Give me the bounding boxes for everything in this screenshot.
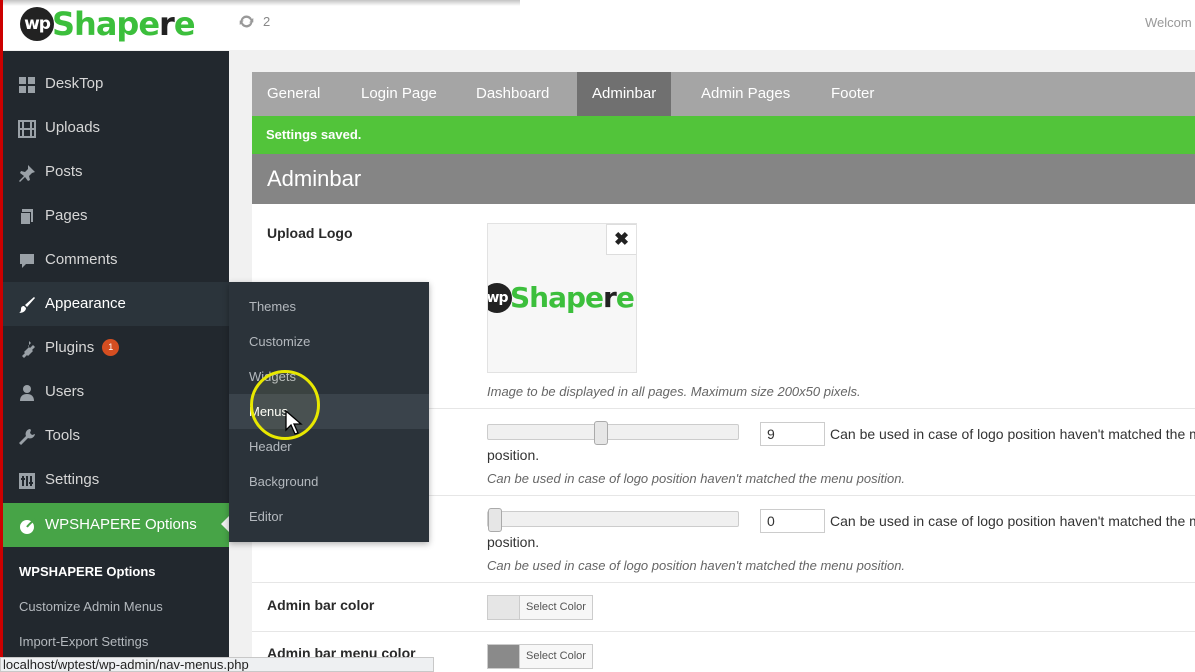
slider2-help-cont: position. — [487, 534, 540, 550]
sidebar-item-label: Tools — [45, 427, 81, 444]
updates-counter[interactable]: 2 — [238, 13, 270, 30]
tab-admin-pages[interactable]: Admin Pages — [686, 72, 805, 116]
tab-footer[interactable]: Footer — [816, 72, 889, 116]
sidebar-item-settings[interactable]: Settings — [3, 458, 229, 502]
admin-bar-color-picker[interactable]: Select Color — [487, 595, 593, 620]
preview-logo-wordmark: Shapere — [510, 281, 635, 314]
user-icon — [20, 385, 34, 401]
sidebar-item-label: Comments — [45, 251, 118, 268]
tab-adminbar[interactable]: Adminbar — [577, 72, 672, 116]
pages-icon — [20, 209, 33, 225]
sidebar-item-users[interactable]: Users — [3, 370, 229, 414]
sidebar-item-wpshapere-options[interactable]: WPSHAPERE Options — [3, 503, 229, 547]
sliders-icon — [19, 473, 35, 489]
flyout-item-themes[interactable]: Themes — [229, 289, 429, 324]
options-tabs: General Login Page Dashboard Adminbar Ad… — [252, 72, 1195, 116]
slider1-description: Can be used in case of logo position hav… — [487, 471, 906, 486]
pin-icon — [19, 165, 35, 182]
sidebar-item-label: Settings — [45, 471, 100, 488]
sidebar-item-posts[interactable]: Posts — [3, 150, 229, 194]
flyout-item-header[interactable]: Header — [229, 429, 429, 464]
sidebar-item-comments[interactable]: Comments — [3, 238, 229, 282]
remove-logo-button[interactable]: ✖ — [606, 224, 636, 255]
sidebar-item-label: WPSHAPERE Options — [45, 516, 197, 533]
logo-bottom-margin-slider[interactable] — [487, 508, 739, 532]
tab-general[interactable]: General — [252, 72, 335, 116]
sidebar-item-plugins[interactable]: Plugins 1 — [3, 326, 229, 370]
upload-logo-label: Upload Logo — [267, 225, 353, 241]
slider-handle[interactable] — [594, 421, 609, 445]
slider-handle[interactable] — [488, 508, 502, 532]
site-logo[interactable]: wp Shapere — [20, 4, 196, 44]
slider1-help-cont: position. — [487, 447, 540, 463]
comment-icon — [20, 254, 34, 268]
settings-saved-notice: Settings saved. — [252, 116, 1195, 154]
admin-top-bar: wp Shapere 2 Welcom — [0, 0, 1195, 50]
color-swatch — [488, 596, 519, 619]
logo-badge: wp — [20, 7, 54, 41]
wrench-icon — [19, 429, 35, 445]
preview-logo-badge: wp — [488, 282, 512, 313]
color-swatch — [488, 645, 519, 668]
row-divider — [252, 582, 1195, 583]
welcome-text[interactable]: Welcom — [1145, 15, 1192, 30]
mouse-pointer-icon — [285, 410, 303, 435]
logo-preview: wp Shapere ✖ — [487, 223, 637, 373]
sidebar-item-label: Posts — [45, 163, 83, 180]
sidebar-item-label: Plugins 1 — [45, 339, 120, 356]
admin-bar-menu-color-picker[interactable]: Select Color — [487, 644, 593, 669]
browser-status-bar: localhost/wptest/wp-admin/nav-menus.php — [0, 657, 434, 672]
logo-bottom-margin-input[interactable]: 0 — [760, 509, 825, 533]
admin-sidebar: DeskTop Uploads Posts Pages Comments App… — [3, 51, 229, 672]
sidebar-item-appearance[interactable]: Appearance — [3, 282, 229, 326]
slider1-help: Can be used in case of logo position hav… — [830, 426, 1195, 442]
flyout-item-customize[interactable]: Customize — [229, 324, 429, 359]
flyout-item-background[interactable]: Background — [229, 464, 429, 499]
current-indicator — [221, 516, 229, 532]
flyout-item-editor[interactable]: Editor — [229, 499, 429, 534]
refresh-icon — [239, 15, 254, 28]
updates-count: 2 — [263, 14, 271, 29]
logo-top-margin-input[interactable]: 9 — [760, 422, 825, 446]
logo-top-margin-slider[interactable] — [487, 421, 739, 445]
logo-wordmark: Shapere — [52, 5, 196, 43]
plugins-update-badge: 1 — [102, 339, 120, 356]
sidebar-item-label: Appearance — [45, 295, 126, 312]
submenu-customize-admin-menus[interactable]: Customize Admin Menus — [19, 599, 163, 614]
slider2-help: Can be used in case of logo position hav… — [830, 513, 1195, 529]
sidebar-item-label: DeskTop — [45, 75, 104, 92]
select-color-button[interactable]: Select Color — [519, 645, 592, 668]
leaf-icon — [20, 518, 36, 534]
brush-icon — [19, 297, 35, 313]
admin-bar-color-label: Admin bar color — [267, 597, 375, 613]
sidebar-item-uploads[interactable]: Uploads — [3, 106, 229, 150]
dashboard-icon — [19, 77, 35, 93]
tab-login-page[interactable]: Login Page — [346, 72, 452, 116]
row-divider — [252, 631, 1195, 632]
tab-dashboard[interactable]: Dashboard — [461, 72, 564, 116]
preview-logo-image: wp Shapere — [488, 281, 635, 314]
sidebar-item-label: Pages — [45, 207, 88, 224]
sidebar-item-label: Users — [45, 383, 85, 400]
submenu-wpshapere-options[interactable]: WPSHAPERE Options — [19, 564, 156, 579]
plug-icon — [22, 341, 35, 358]
section-title: Adminbar — [252, 154, 1195, 204]
sidebar-item-desktop[interactable]: DeskTop — [3, 62, 229, 106]
sidebar-item-label: Uploads — [45, 119, 101, 136]
film-icon — [18, 120, 36, 138]
submenu-import-export-settings[interactable]: Import-Export Settings — [19, 634, 148, 649]
upload-logo-description: Image to be displayed in all pages. Maxi… — [487, 384, 861, 399]
select-color-button[interactable]: Select Color — [519, 596, 592, 619]
sidebar-item-pages[interactable]: Pages — [3, 194, 229, 238]
slider2-description: Can be used in case of logo position hav… — [487, 558, 906, 573]
sidebar-item-tools[interactable]: Tools — [3, 414, 229, 458]
